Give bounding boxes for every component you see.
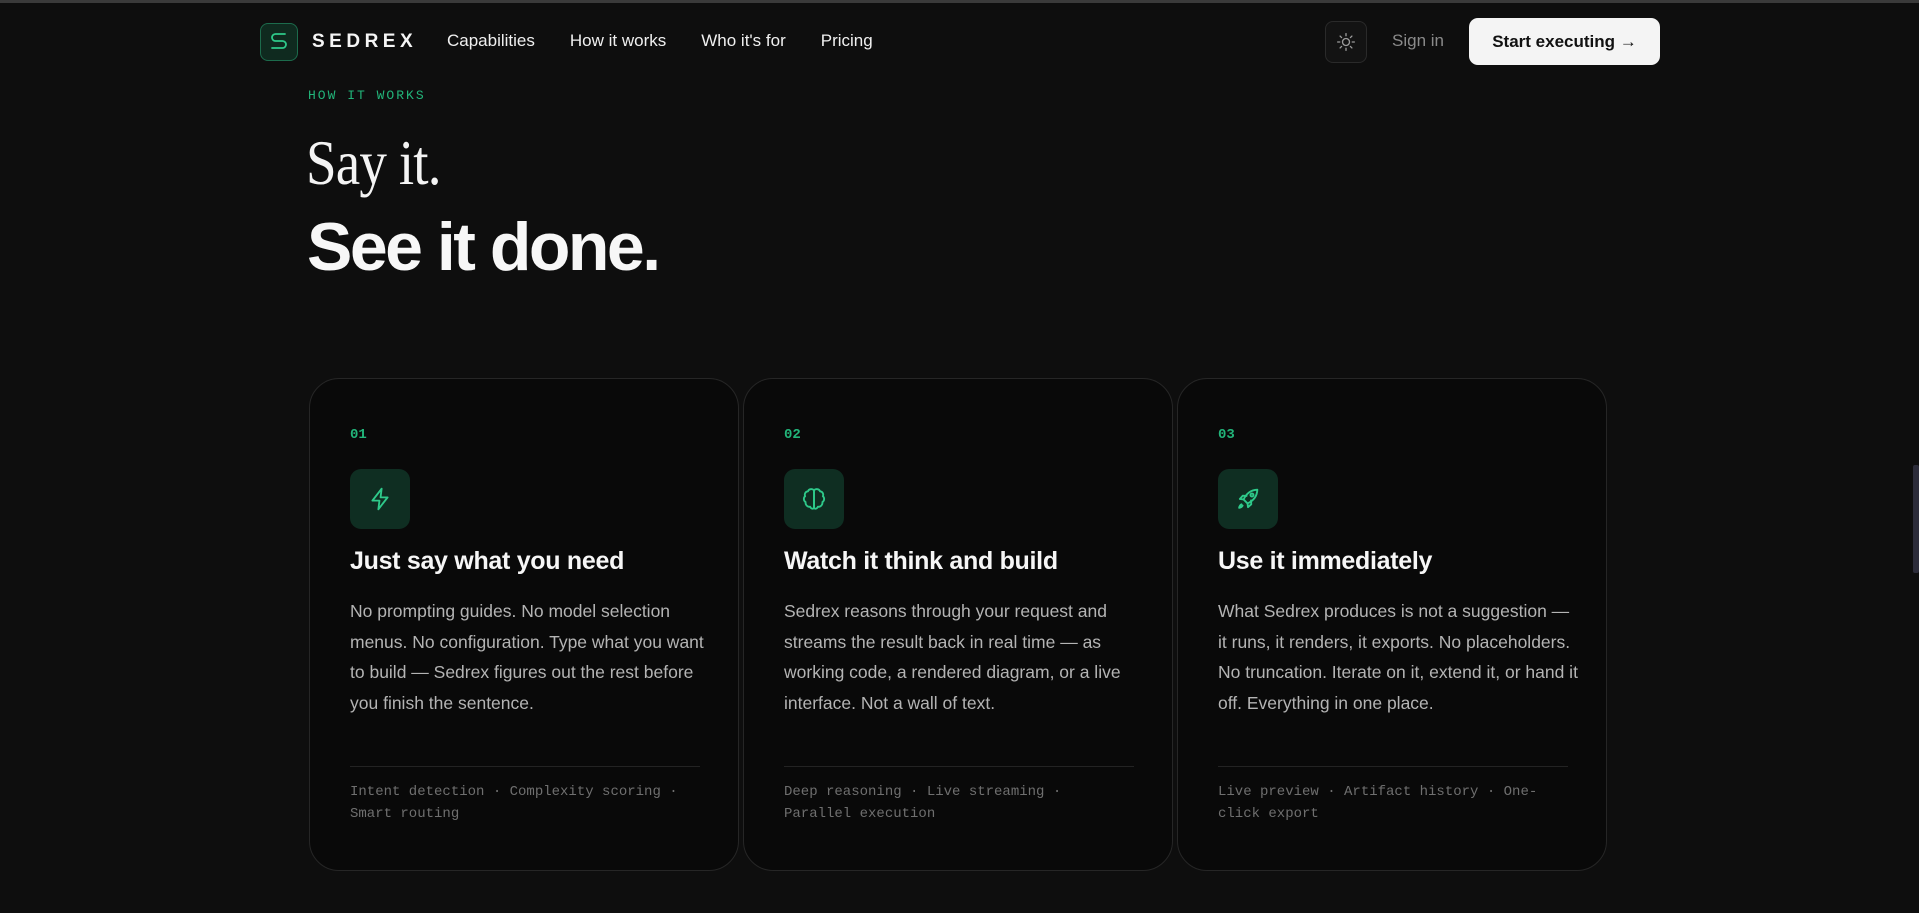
heading-line-2: See it done. (307, 209, 661, 285)
sun-icon (1337, 33, 1355, 51)
heading-line-1: Say it. (306, 127, 442, 198)
card-divider (1218, 766, 1568, 767)
top-nav: SEDREX Capabilities How it works Who it'… (0, 3, 1919, 79)
step-tags: Deep reasoning · Live streaming · Parall… (784, 784, 1062, 822)
theme-toggle-button[interactable] (1325, 21, 1367, 63)
step-title: Use it immediately (1218, 547, 1433, 575)
step-title: Watch it think and build (784, 547, 1058, 575)
step-description: No prompting guides. No model selection … (350, 601, 704, 714)
nav-link-who-its-for[interactable]: Who it's for (701, 31, 786, 51)
logo-s-icon (260, 23, 298, 61)
nav-links: Capabilities How it works Who it's for P… (447, 31, 908, 51)
scrollbar-thumb[interactable] (1913, 465, 1919, 573)
step-number: 03 (1218, 427, 1235, 443)
brand-name: SEDREX (312, 31, 418, 52)
step-number: 02 (784, 427, 801, 443)
rocket-icon (1218, 469, 1278, 529)
step-card-2: 02 Watch it think and build Sedrex reaso… (743, 378, 1173, 871)
step-tags: Intent detection · Complexity scoring · … (350, 784, 678, 822)
card-divider (784, 766, 1134, 767)
step-description: What Sedrex produces is not a suggestion… (1218, 601, 1578, 714)
step-card-3: 03 Use it immediately What Sedrex produc… (1177, 378, 1607, 871)
nav-link-pricing[interactable]: Pricing (821, 31, 873, 51)
brand-logo[interactable]: SEDREX (260, 23, 417, 61)
section-eyebrow: HOW IT WORKS (308, 88, 426, 103)
step-number: 01 (350, 427, 367, 443)
step-description: Sedrex reasons through your request and … (784, 601, 1121, 714)
nav-link-how-it-works[interactable]: How it works (570, 31, 666, 51)
brain-icon (784, 469, 844, 529)
start-executing-button[interactable]: Start executing → (1469, 18, 1660, 65)
nav-link-capabilities[interactable]: Capabilities (447, 31, 535, 51)
step-tags: Live preview · Artifact history · One-cl… (1218, 784, 1538, 822)
step-title: Just say what you need (350, 547, 625, 575)
step-card-1: 01 Just say what you need No prompting g… (309, 378, 739, 871)
sign-in-link[interactable]: Sign in (1392, 31, 1444, 51)
lightning-icon (350, 469, 410, 529)
card-divider (350, 766, 700, 767)
